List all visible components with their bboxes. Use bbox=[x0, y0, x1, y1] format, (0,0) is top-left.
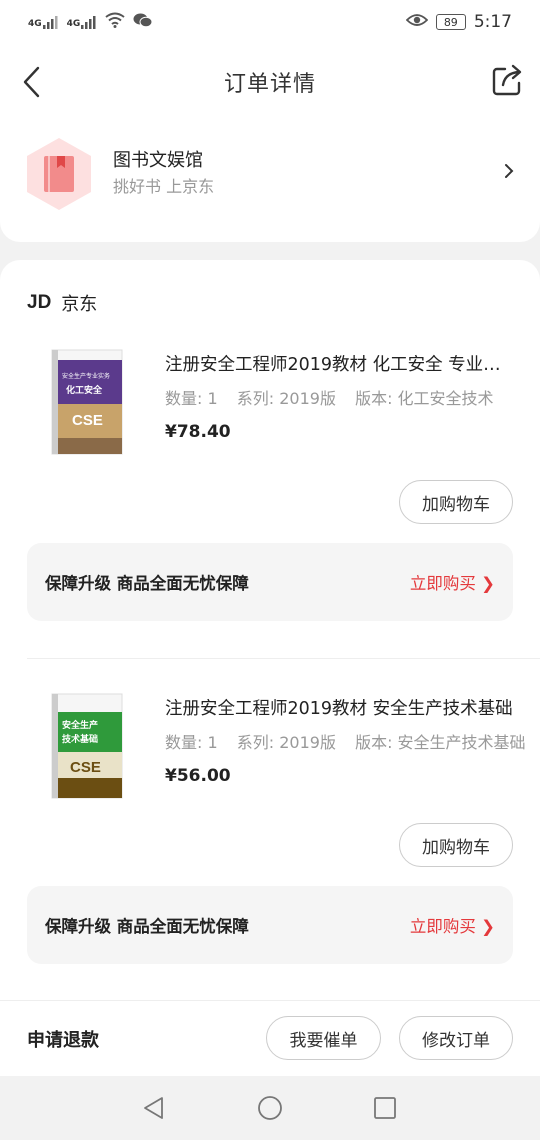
guarantee-text: 保障升级 商品全面无忧保障 bbox=[45, 574, 249, 593]
guarantee-banner: 保障升级 商品全面无忧保障 立即购买 ❯ bbox=[27, 543, 513, 621]
header: 订单详情 bbox=[0, 44, 540, 120]
book-store-icon bbox=[24, 136, 94, 212]
shop-name: 京东 bbox=[61, 294, 98, 315]
cover-top-text: 安全生产专业实务 bbox=[62, 372, 110, 380]
product-specs: 数量: 1 系列: 2019版 版本: 安全生产技术基础 bbox=[165, 729, 540, 753]
divider bbox=[27, 658, 540, 659]
system-nav-bar bbox=[0, 1076, 540, 1140]
urge-order-button[interactable]: 我要催单 bbox=[266, 1016, 381, 1060]
cover-top-text: 安全生产 bbox=[62, 719, 98, 731]
shop-header: JD 京东 bbox=[27, 290, 97, 316]
product-title[interactable]: 注册安全工程师2019教材 安全生产技术基础 bbox=[165, 695, 513, 720]
nav-back-icon[interactable] bbox=[142, 1096, 166, 1124]
modify-order-button[interactable]: 修改订单 bbox=[399, 1016, 513, 1060]
signal-icon: 4G bbox=[28, 15, 59, 29]
status-right: 89 5:17 bbox=[405, 12, 512, 32]
guarantee-text: 保障升级 商品全面无忧保障 bbox=[45, 917, 249, 936]
series-label: 系列: 2019版 bbox=[236, 389, 336, 408]
cover-badge-text: CSE bbox=[72, 412, 103, 429]
battery-icon: 89 bbox=[435, 14, 466, 30]
clock: 5:17 bbox=[473, 12, 512, 32]
store-name: 图书文娱馆 bbox=[113, 150, 203, 171]
product-title[interactable]: 注册安全工程师2019教材 化工安全 专业实务 bbox=[165, 351, 513, 376]
book-cover-image[interactable]: 安全生产 技术基础 CSE bbox=[48, 692, 126, 800]
wechat-icon bbox=[133, 12, 153, 33]
wifi-icon bbox=[105, 12, 125, 33]
series-label: 系列: 2019版 bbox=[236, 733, 336, 752]
status-left: 4G 4G bbox=[28, 12, 153, 33]
nav-recents-icon[interactable] bbox=[373, 1096, 397, 1124]
quantity-label: 数量: 1 bbox=[165, 389, 218, 408]
product-price: ¥78.40 bbox=[165, 422, 231, 442]
chevron-right-icon bbox=[504, 160, 514, 184]
book-cover-image[interactable]: 安全生产专业实务 化工安全 CSE bbox=[48, 348, 126, 456]
order-card: JD 京东 安全生产专业实务 化工安全 CSE 注册安全工程师2019教材 化工… bbox=[0, 260, 540, 1080]
product-price: ¥56.00 bbox=[165, 766, 231, 786]
buy-now-link[interactable]: 立即购买 ❯ bbox=[410, 570, 495, 594]
add-to-cart-button[interactable]: 加购物车 bbox=[399, 480, 513, 524]
store-subtitle: 挑好书 上京东 bbox=[113, 177, 215, 196]
add-to-cart-button[interactable]: 加购物车 bbox=[399, 823, 513, 867]
quantity-label: 数量: 1 bbox=[165, 733, 218, 752]
cover-title-text: 化工安全 bbox=[66, 384, 103, 396]
jd-logo: JD bbox=[27, 292, 52, 313]
buy-now-link[interactable]: 立即购买 ❯ bbox=[410, 913, 495, 937]
back-icon[interactable] bbox=[18, 64, 50, 100]
edition-label: 版本: 化工安全技术 bbox=[355, 389, 494, 408]
share-icon[interactable] bbox=[490, 62, 526, 98]
product-specs: 数量: 1 系列: 2019版 版本: 化工安全技术 bbox=[165, 385, 508, 409]
nav-home-icon[interactable] bbox=[257, 1095, 283, 1125]
signal-icon: 4G bbox=[67, 15, 98, 29]
bottom-action-bar: 申请退款 我要催单 修改订单 bbox=[0, 1000, 540, 1077]
status-bar: 4G 4G 89 5:17 bbox=[0, 0, 540, 44]
refund-button[interactable]: 申请退款 bbox=[27, 1026, 99, 1052]
store-card[interactable]: 图书文娱馆 挑好书 上京东 bbox=[0, 120, 540, 242]
guarantee-banner: 保障升级 商品全面无忧保障 立即购买 ❯ bbox=[27, 886, 513, 964]
cover-title-text: 技术基础 bbox=[62, 733, 98, 745]
eye-icon bbox=[405, 12, 429, 32]
cover-badge-text: CSE bbox=[70, 759, 101, 776]
edition-label: 版本: 安全生产技术基础 bbox=[355, 733, 526, 752]
page-title: 订单详情 bbox=[223, 72, 316, 97]
